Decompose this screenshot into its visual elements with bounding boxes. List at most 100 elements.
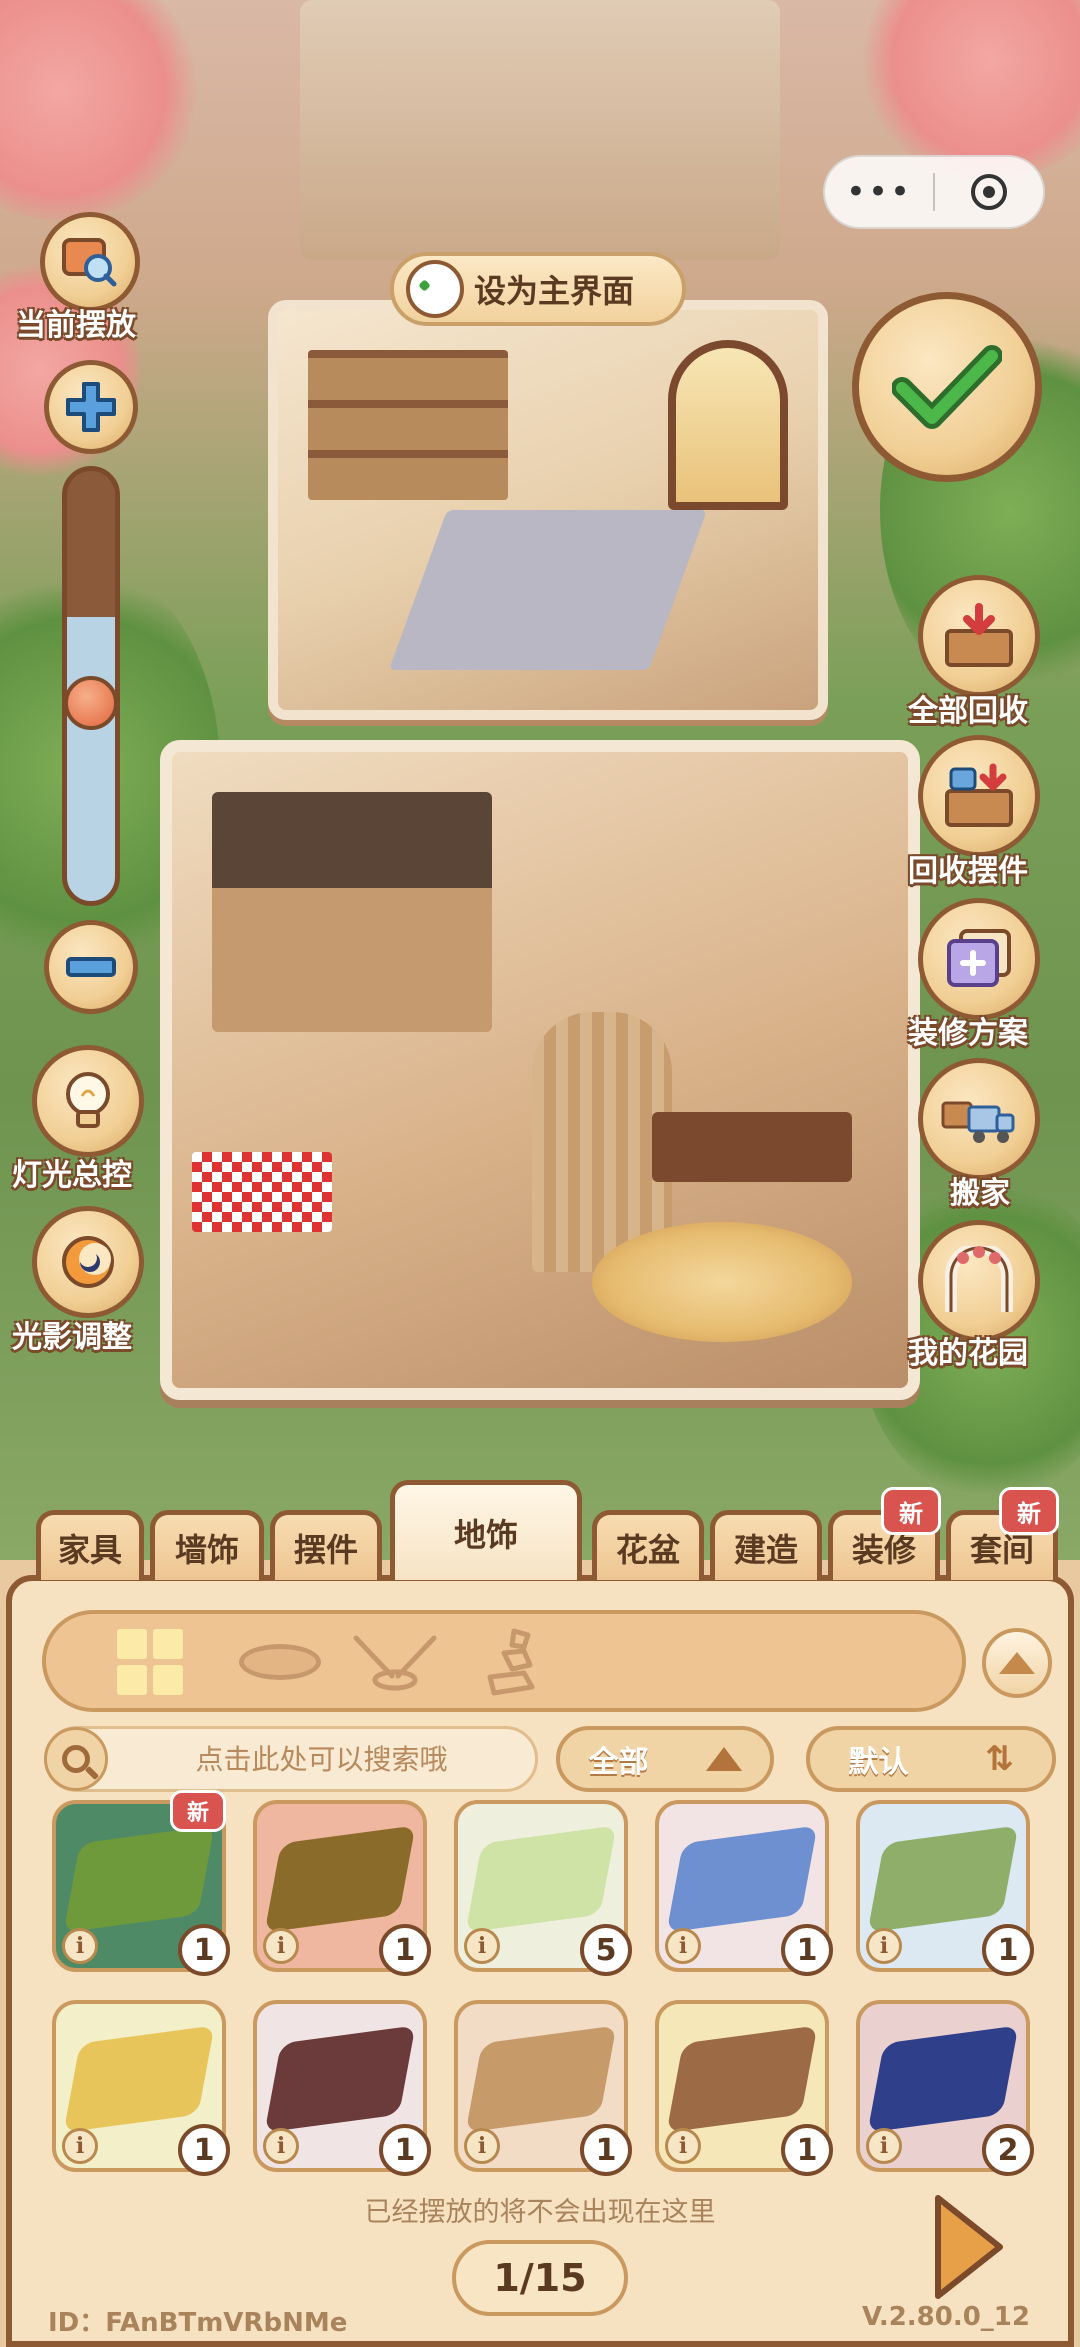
item-card[interactable]: i1 [655, 1800, 833, 1976]
my-garden-button[interactable] [918, 1220, 1040, 1342]
info-icon[interactable]: i [263, 1928, 299, 1964]
plus-icon [66, 382, 116, 432]
item-count: 1 [178, 1924, 230, 1976]
dropdown-arrow-icon [705, 1747, 742, 1771]
round-rug [592, 1222, 852, 1342]
move-house-button[interactable] [918, 1058, 1040, 1180]
lighting-control-label: 灯光总控 [12, 1158, 132, 1193]
tab-label: 家具 [57, 1530, 122, 1569]
recycle-ornament-label: 回收摆件 [908, 854, 1028, 889]
item-count: 1 [379, 1924, 431, 1976]
new-badge: 新 [999, 1487, 1059, 1535]
new-badge: 新 [170, 1790, 226, 1832]
info-icon[interactable]: i [665, 2128, 701, 2164]
info-icon[interactable]: i [62, 2128, 98, 2164]
info-icon[interactable]: i [62, 1928, 98, 1964]
search-input[interactable] [108, 1742, 535, 1776]
upper-floor [388, 510, 708, 670]
filter-dropdown-label: 全部 [588, 1745, 649, 1780]
grid-all-icon[interactable] [110, 1622, 190, 1702]
new-badge: 新 [881, 1487, 941, 1535]
current-placement-button[interactable] [40, 212, 140, 312]
item-thumbnail [666, 2025, 818, 2133]
item-card[interactable]: i1 [253, 1800, 431, 1976]
item-thumbnail [867, 2025, 1019, 2133]
zoom-in-button[interactable] [44, 360, 138, 454]
item-card[interactable]: i1 [253, 2000, 431, 2176]
item-card[interactable]: i 1 新 [52, 1790, 230, 1976]
current-placement-label: 当前摆放 [16, 308, 136, 343]
info-icon[interactable]: i [263, 2128, 299, 2164]
light-shadow-button[interactable] [32, 1206, 144, 1318]
item-card[interactable]: i1 [52, 2000, 230, 2176]
filter-dropdown[interactable]: 全部 [556, 1726, 774, 1792]
item-card[interactable]: i1 [454, 2000, 632, 2176]
next-page-button[interactable] [928, 2190, 1008, 2304]
category-tabs: 家具 墙饰 摆件 地饰 花盆 建造 装修 新 套间 新 [0, 1480, 1080, 1580]
tab-label: 花盆 [615, 1530, 680, 1569]
info-icon[interactable]: i [464, 2128, 500, 2164]
tab-renovation[interactable]: 装修 新 [828, 1487, 941, 1580]
set-as-main-screen-button[interactable]: 设为主界面 [390, 252, 686, 326]
item-thumbnail [63, 1825, 215, 1933]
hanging-lamp-icon[interactable] [350, 1622, 440, 1702]
decor-plan-icon [947, 929, 1011, 987]
item-thumbnail [465, 2025, 617, 2133]
more-icon[interactable]: ••• [825, 172, 933, 212]
tab-suites[interactable]: 套间 新 [946, 1487, 1059, 1580]
version-number: V.2.80.0_12 [862, 2302, 1030, 2332]
moving-truck-icon [941, 1101, 1015, 1143]
stones-icon[interactable] [476, 1622, 556, 1702]
search-icon[interactable] [44, 1727, 108, 1791]
recycle-all-button[interactable] [918, 575, 1040, 697]
item-count: 1 [379, 2124, 431, 2176]
zoom-slider-handle[interactable] [64, 676, 118, 730]
checkered-tablecloth [192, 1152, 332, 1232]
tab-label: 建造 [733, 1530, 798, 1569]
zoom-out-button[interactable] [44, 920, 138, 1014]
tab-floor-decor[interactable]: 地饰 [390, 1480, 582, 1580]
item-thumbnail [666, 1825, 818, 1933]
info-icon[interactable]: i [866, 2128, 902, 2164]
info-icon[interactable]: i [665, 1928, 701, 1964]
item-thumbnail [465, 1825, 617, 1933]
cafe-counter [212, 792, 492, 1032]
light-shadow-label: 光影调整 [12, 1320, 132, 1355]
recycle-ornament-button[interactable] [918, 735, 1040, 857]
collapse-panel-button[interactable] [982, 1628, 1052, 1698]
info-icon[interactable]: i [866, 1928, 902, 1964]
item-card[interactable]: i1 [655, 2000, 833, 2176]
sort-dropdown[interactable]: 默认 ⇅ [806, 1726, 1056, 1792]
light-bulb-icon [66, 1072, 110, 1128]
tab-wall-decor[interactable]: 墙饰 [150, 1510, 264, 1580]
page-indicator: 1/15 [452, 2240, 628, 2316]
recycle-all-icon [945, 603, 1013, 667]
info-icon[interactable]: i [464, 1928, 500, 1964]
item-count: 2 [982, 2124, 1034, 2176]
tab-furniture[interactable]: 家具 [36, 1510, 144, 1580]
decor-plan-label: 装修方案 [908, 1016, 1028, 1051]
tab-flower-pots[interactable]: 花盆 [592, 1510, 704, 1580]
item-card[interactable]: i2 [856, 2000, 1034, 2176]
tab-ornaments[interactable]: 摆件 [270, 1510, 382, 1580]
room-scene[interactable] [0, 0, 1080, 1560]
item-count: 1 [781, 1924, 833, 1976]
item-count: 1 [982, 1924, 1034, 1976]
move-house-label: 搬家 [950, 1176, 1010, 1211]
upper-room[interactable] [268, 300, 828, 720]
checkbox-checked-icon [406, 260, 464, 318]
item-thumbnail [63, 2025, 215, 2133]
item-card[interactable]: i5 [454, 1800, 632, 1976]
decor-plan-button[interactable] [918, 898, 1040, 1020]
tab-build[interactable]: 建造 [710, 1510, 822, 1580]
lighting-control-button[interactable] [32, 1045, 144, 1157]
check-icon [892, 345, 1002, 429]
sort-order-icon: ⇅ [985, 1739, 1014, 1779]
search-box[interactable] [44, 1726, 538, 1792]
lower-room[interactable] [160, 740, 920, 1400]
item-card[interactable]: i1 [856, 1800, 1034, 1976]
rug-oval-icon[interactable] [230, 1622, 330, 1702]
close-target-icon[interactable] [935, 174, 1043, 210]
item-thumbnail [264, 1825, 416, 1933]
confirm-button[interactable] [852, 292, 1042, 482]
